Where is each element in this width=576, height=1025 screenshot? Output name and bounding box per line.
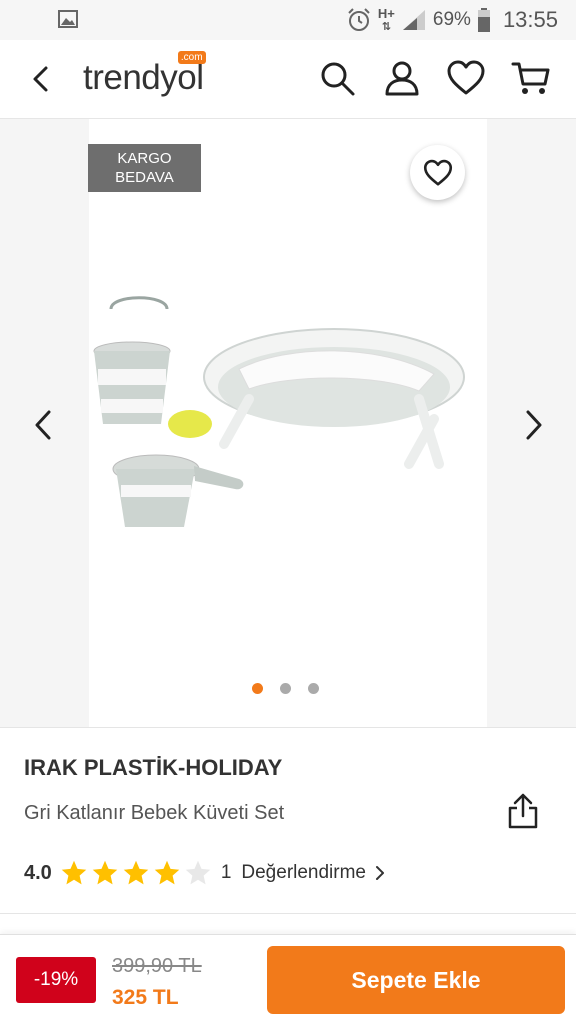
trendyol-logo[interactable]: trendyol .com <box>83 51 206 98</box>
rating-count: 1 <box>220 862 232 883</box>
top-nav-bar: trendyol .com <box>0 40 576 119</box>
favorite-button[interactable] <box>410 145 465 200</box>
gallery-pagination <box>252 683 319 694</box>
product-name: Gri Katlanır Bebek Küveti Set <box>24 802 285 824</box>
image-gallery[interactable] <box>0 119 576 727</box>
rating-summary[interactable]: 4.0 1 Değerlendirme <box>24 858 386 888</box>
purchase-bar: -19% 399,90 TL 325 TL Sepete Ekle <box>0 934 576 1025</box>
signal-icon <box>402 10 425 30</box>
back-arrow-icon[interactable] <box>24 62 58 96</box>
pagination-dot[interactable] <box>308 683 319 694</box>
logo-badge: .com <box>177 51 206 64</box>
next-image-arrow-icon[interactable] <box>518 408 548 442</box>
alarm-icon <box>348 8 370 31</box>
divider <box>0 727 576 728</box>
network-icon: H+ ⇅ <box>377 5 395 33</box>
current-price: 325 TL <box>112 986 179 1009</box>
status-bar: H+ ⇅ 69% 13:55 <box>0 0 576 40</box>
user-icon[interactable] <box>382 58 422 98</box>
heart-outline-icon <box>423 159 452 186</box>
battery-percent: 69% <box>432 9 471 30</box>
star-filled-icon <box>154 860 180 885</box>
star-filled-icon <box>61 860 87 885</box>
share-icon[interactable] <box>506 792 540 830</box>
star-filled-icon <box>123 860 149 885</box>
search-icon[interactable] <box>317 58 357 98</box>
add-to-cart-button[interactable]: Sepete Ekle <box>267 946 565 1014</box>
previous-image-arrow-icon[interactable] <box>29 408 59 442</box>
clock: 13:55 <box>502 7 558 32</box>
divider <box>0 913 576 914</box>
battery-icon <box>477 8 490 32</box>
pagination-dot[interactable] <box>252 683 263 694</box>
cart-icon[interactable] <box>511 58 551 98</box>
product-image[interactable] <box>89 119 487 727</box>
bathtub-set-illustration <box>93 296 465 527</box>
free-shipping-badge: KARGO BEDAVA <box>88 144 201 192</box>
star-empty-icon <box>185 860 211 885</box>
heart-icon[interactable] <box>446 58 486 98</box>
star-filled-icon <box>92 860 118 885</box>
discount-badge: -19% <box>16 957 96 1003</box>
rating-value: 4.0 <box>24 861 52 884</box>
product-brand[interactable]: IRAK PLASTİK-HOLIDAY <box>24 755 282 781</box>
chevron-right-icon <box>376 866 385 880</box>
old-price: 399,90 TL <box>112 955 202 977</box>
gallery-icon <box>58 10 78 28</box>
rating-label: Değerlendirme <box>241 862 367 883</box>
pagination-dot[interactable] <box>280 683 291 694</box>
